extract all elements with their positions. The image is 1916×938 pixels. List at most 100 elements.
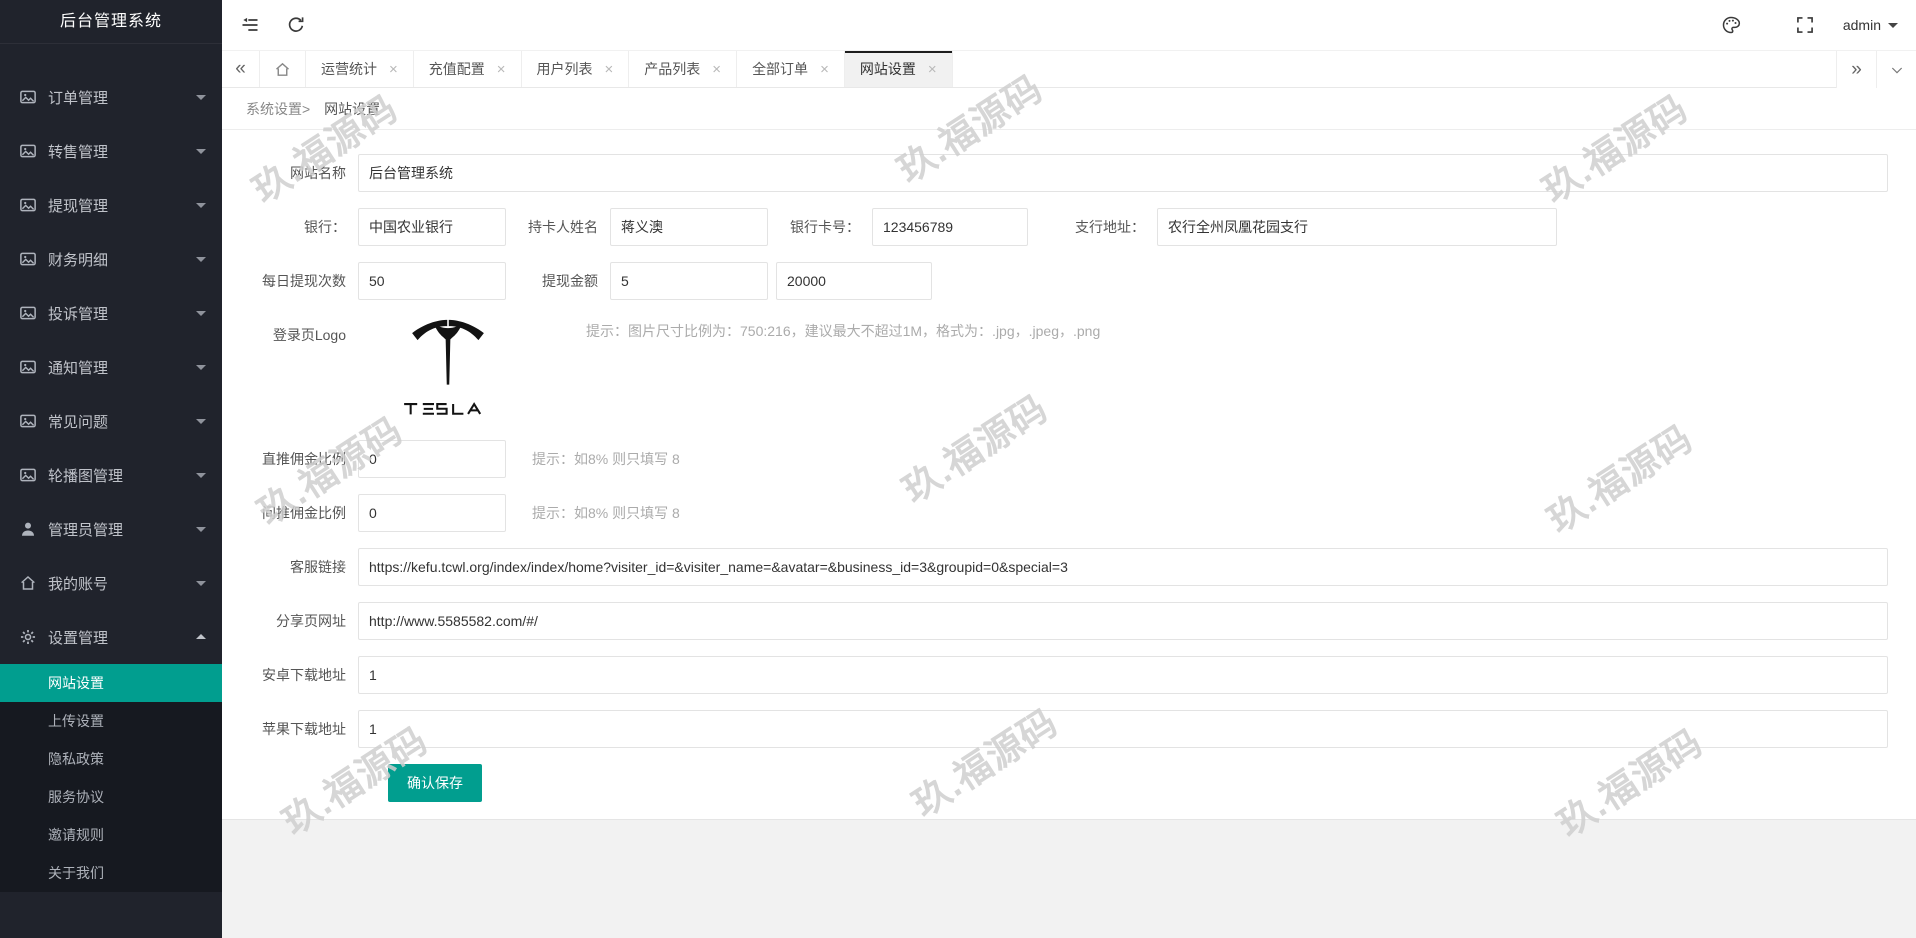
- tab-operation-stats[interactable]: 运营统计 ×: [306, 51, 414, 87]
- sidebar-item-label: 转售管理: [48, 141, 108, 162]
- toolbar: admin: [222, 0, 1916, 50]
- tab-close-icon[interactable]: ×: [497, 62, 506, 77]
- save-button[interactable]: 确认保存: [388, 764, 482, 802]
- sidebar-item-my-account[interactable]: 我的账号: [0, 556, 222, 610]
- sidebar-subitem-privacy-policy[interactable]: 隐私政策: [0, 740, 222, 778]
- withdraw-amount-min-input[interactable]: [610, 262, 768, 300]
- tab-all-orders[interactable]: 全部订单×: [737, 51, 845, 87]
- sidebar-item-admins[interactable]: 管理员管理: [0, 502, 222, 556]
- sidebar-item-banners[interactable]: 轮播图管理: [0, 448, 222, 502]
- image-icon: [19, 304, 37, 322]
- image-icon: [19, 196, 37, 214]
- tab-close-icon[interactable]: ×: [712, 62, 721, 77]
- image-icon: [19, 250, 37, 268]
- tab-label: 网站设置: [860, 59, 916, 79]
- share-url-label: 分享页网址: [230, 602, 358, 640]
- home-icon: [19, 574, 37, 592]
- form-row-bank: 银行： 持卡人姓名 银行卡号： 支行地址：: [230, 208, 1916, 246]
- home-tab-icon: [274, 61, 291, 78]
- breadcrumb-parent: 系统设置>: [246, 101, 310, 117]
- sidebar-item-label: 我的账号: [48, 573, 108, 594]
- tab-bar: « 运营统计×充值配置×用户列表×产品列表×全部订单×网站设置× »: [222, 50, 1916, 88]
- direct-commission-label: 直推佣金比例: [230, 440, 358, 478]
- admin-menu[interactable]: admin: [1843, 17, 1898, 33]
- bank-input[interactable]: [358, 208, 506, 246]
- sidebar-item-withdrawals[interactable]: 提现管理: [0, 178, 222, 232]
- image-icon: [19, 142, 37, 160]
- tab-close-icon[interactable]: ×: [820, 62, 829, 77]
- card-holder-input[interactable]: [610, 208, 768, 246]
- share-url-input[interactable]: [358, 602, 1888, 640]
- site-name-input[interactable]: [358, 154, 1888, 192]
- caret-down-icon: [196, 311, 206, 316]
- tab-product-list[interactable]: 产品列表 ×: [629, 51, 737, 87]
- indirect-commission-input[interactable]: [358, 494, 506, 532]
- sidebar-item-finance[interactable]: 财务明细: [0, 232, 222, 286]
- caret-down-icon: [196, 581, 206, 586]
- fullscreen-icon[interactable]: [1795, 15, 1815, 35]
- sidebar-item-label: 提现管理: [48, 195, 108, 216]
- direct-commission-input[interactable]: [358, 440, 506, 478]
- tab-site-settings[interactable]: 网站设置 ×: [845, 51, 953, 87]
- tab-label: 运营统计: [321, 59, 377, 79]
- tab-label: 产品列表: [644, 59, 700, 79]
- image-icon: [19, 466, 37, 484]
- sidebar: 后台管理系统 订单管理转售管理提现管理财务明细投诉管理通知管理常见问题轮播图管理…: [0, 0, 222, 938]
- sidebar-item-label: 订单管理: [48, 87, 108, 108]
- login-logo-hint: 提示：图片尺寸比例为：750:216，建议最大不超过1M，格式为：.jpg，.j…: [586, 321, 1100, 341]
- sidebar-item-settings[interactable]: 设置管理: [0, 610, 222, 664]
- tabs-scroll-right-button[interactable]: »: [1836, 51, 1876, 88]
- card-number-input[interactable]: [872, 208, 1028, 246]
- sidebar-subitem-service-agreement[interactable]: 服务协议: [0, 778, 222, 816]
- sidebar-item-resale[interactable]: 转售管理: [0, 124, 222, 178]
- daily-withdraw-count-input[interactable]: [358, 262, 506, 300]
- refresh-icon[interactable]: [286, 15, 306, 35]
- login-logo-image: [398, 316, 498, 416]
- tabs-scroll-left-button[interactable]: «: [222, 51, 260, 87]
- sidebar-subitem-invite-rules[interactable]: 邀请规则: [0, 816, 222, 854]
- gear-icon: [19, 628, 37, 646]
- android-download-input[interactable]: [358, 656, 1888, 694]
- image-icon: [19, 358, 37, 376]
- sidebar-subitem-site-settings[interactable]: 网站设置: [0, 664, 222, 702]
- bank-label: 银行：: [230, 208, 358, 246]
- caret-down-icon: [196, 527, 206, 532]
- branch-address-input[interactable]: [1157, 208, 1557, 246]
- sidebar-item-label: 轮播图管理: [48, 465, 123, 486]
- tab-close-icon[interactable]: ×: [928, 62, 937, 77]
- image-icon: [19, 412, 37, 430]
- tesla-wordmark: [400, 402, 496, 416]
- indirect-commission-label: 间推佣金比例: [230, 494, 358, 532]
- sidebar-item-complaints[interactable]: 投诉管理: [0, 286, 222, 340]
- caret-down-icon: [196, 203, 206, 208]
- form-row-withdraw: 每日提现次数 提现金额: [230, 262, 1916, 300]
- tab-recharge-config[interactable]: 充值配置×: [414, 51, 522, 87]
- sidebar-item-label: 通知管理: [48, 357, 108, 378]
- withdraw-amount-max-input[interactable]: [776, 262, 932, 300]
- service-link-input[interactable]: [358, 548, 1888, 586]
- sidebar-subitem-upload-settings[interactable]: 上传设置: [0, 702, 222, 740]
- form-row-ios-download: 苹果下载地址: [230, 710, 1916, 748]
- tab-close-icon[interactable]: ×: [389, 62, 398, 77]
- form-row-share-url: 分享页网址: [230, 602, 1916, 640]
- collapse-sidebar-icon[interactable]: [240, 15, 260, 35]
- sidebar-subitem-about-us[interactable]: 关于我们: [0, 854, 222, 892]
- form-row-site-name: 网站名称: [230, 154, 1916, 192]
- tab-close-icon[interactable]: ×: [605, 62, 614, 77]
- ios-download-input[interactable]: [358, 710, 1888, 748]
- app-title: 后台管理系统: [0, 0, 222, 44]
- sidebar-item-orders[interactable]: 订单管理: [0, 70, 222, 124]
- sidebar-item-faq[interactable]: 常见问题: [0, 394, 222, 448]
- caret-up-icon: [196, 634, 206, 639]
- sidebar-item-label: 投诉管理: [48, 303, 108, 324]
- service-link-label: 客服链接: [230, 548, 358, 586]
- daily-withdraw-count-label: 每日提现次数: [230, 262, 358, 300]
- theme-palette-icon[interactable]: [1721, 15, 1741, 35]
- tab-home[interactable]: [260, 51, 306, 87]
- tab-user-list[interactable]: 用户列表×: [522, 51, 630, 87]
- indirect-commission-hint: 提示：如8% 则只填写 8: [532, 494, 680, 532]
- android-download-label: 安卓下载地址: [230, 656, 358, 694]
- sidebar-item-notices[interactable]: 通知管理: [0, 340, 222, 394]
- direct-commission-hint: 提示：如8% 则只填写 8: [532, 440, 680, 478]
- tabs-dropdown-button[interactable]: [1876, 51, 1916, 88]
